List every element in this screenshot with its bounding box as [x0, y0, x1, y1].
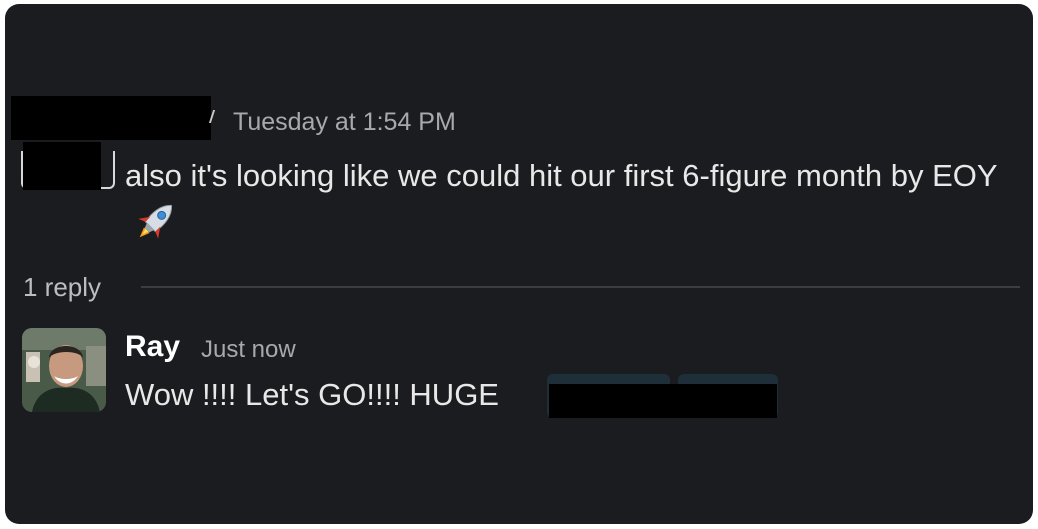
message-timestamp[interactable]: Tuesday at 1:54 PM	[233, 108, 456, 137]
reply-count-link[interactable]: 1 reply	[23, 272, 101, 303]
avatar-photo	[22, 328, 106, 412]
redacted-sender-name	[11, 96, 211, 140]
message-text: also it's looking like we could hit our …	[125, 150, 1030, 262]
rocket-icon	[131, 196, 181, 262]
redacted-sender-avatar	[23, 142, 101, 190]
message-body: also it's looking like we could hit our …	[125, 158, 998, 193]
redacted-mentions	[549, 384, 777, 418]
reply-author[interactable]: Ray	[125, 330, 180, 364]
avatar[interactable]	[22, 328, 106, 412]
reply-text: Wow !!!! Let's GO!!!! HUGE	[125, 377, 499, 412]
message-panel: Tuesday at 1:54 PM also it's looking lik…	[5, 4, 1033, 524]
thread-divider	[141, 286, 1020, 288]
reply-timestamp[interactable]: Just now	[201, 336, 296, 364]
